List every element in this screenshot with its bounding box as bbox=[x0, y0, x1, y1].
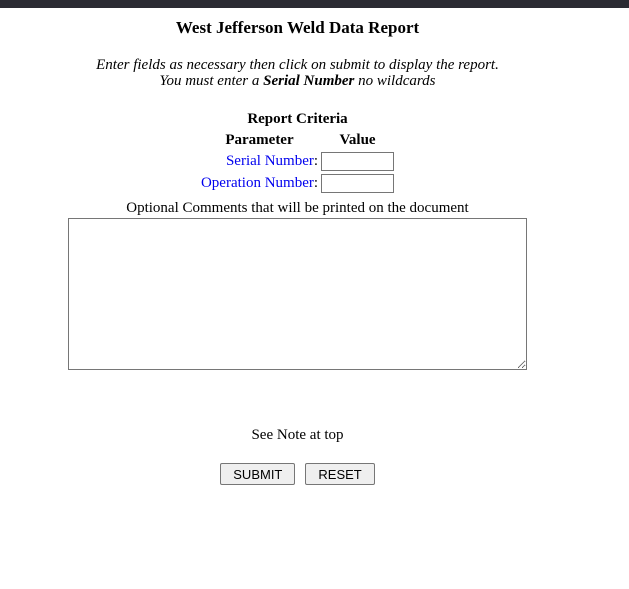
report-form: West Jefferson Weld Data Report Enter fi… bbox=[0, 18, 595, 485]
reset-button[interactable]: RESET bbox=[305, 463, 374, 485]
instructions-line2-prefix: You must enter a bbox=[159, 73, 263, 89]
serial-number-label-cell: Serial Number: bbox=[201, 152, 318, 171]
instructions-serial-number-emphasis: Serial Number bbox=[263, 73, 354, 89]
top-bar bbox=[0, 0, 629, 8]
criteria-table: Parameter Value Serial Number: Operation… bbox=[198, 129, 397, 196]
report-criteria-heading: Report Criteria bbox=[0, 110, 595, 129]
serial-number-colon: : bbox=[314, 153, 318, 169]
note-text: See Note at top bbox=[0, 427, 595, 444]
operation-number-row: Operation Number: bbox=[201, 174, 394, 193]
operation-number-value-cell bbox=[321, 174, 394, 193]
operation-number-link[interactable]: Operation Number bbox=[201, 175, 314, 191]
serial-number-value-cell bbox=[321, 152, 394, 171]
instructions-line2-suffix: no wildcards bbox=[354, 73, 435, 89]
submit-button[interactable]: SUBMIT bbox=[220, 463, 295, 485]
operation-number-input[interactable] bbox=[321, 174, 394, 193]
comments-textarea[interactable] bbox=[68, 218, 527, 370]
instructions-line1: Enter fields as necessary then click on … bbox=[96, 57, 499, 73]
button-row: SUBMIT RESET bbox=[0, 463, 595, 485]
serial-number-link[interactable]: Serial Number bbox=[226, 153, 314, 169]
column-header-parameter: Parameter bbox=[201, 132, 318, 149]
instructions-text: Enter fields as necessary then click on … bbox=[0, 57, 595, 89]
criteria-header-row: Parameter Value bbox=[201, 132, 394, 149]
page-title: West Jefferson Weld Data Report bbox=[0, 18, 595, 38]
serial-number-input[interactable] bbox=[321, 152, 394, 171]
serial-number-row: Serial Number: bbox=[201, 152, 394, 171]
operation-number-colon: : bbox=[314, 175, 318, 191]
column-header-value: Value bbox=[321, 132, 394, 149]
operation-number-label-cell: Operation Number: bbox=[201, 174, 318, 193]
comments-label: Optional Comments that will be printed o… bbox=[0, 200, 595, 217]
